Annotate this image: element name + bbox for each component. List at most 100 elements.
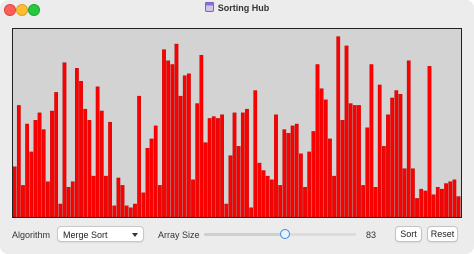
array-bar bbox=[50, 110, 54, 217]
sort-button[interactable]: Sort bbox=[395, 226, 422, 242]
array-bar bbox=[290, 125, 295, 217]
array-bar bbox=[25, 123, 29, 217]
app-window: Sorting Hub Algorithm Merge Sort Array S… bbox=[0, 0, 474, 254]
array-bar bbox=[116, 177, 121, 217]
array-bar bbox=[390, 97, 395, 217]
array-bar bbox=[104, 175, 108, 217]
array-bar bbox=[423, 190, 428, 217]
array-bar bbox=[323, 99, 328, 217]
array-bar bbox=[99, 110, 104, 217]
slider-knob[interactable] bbox=[279, 229, 290, 239]
array-bar bbox=[29, 151, 34, 217]
array-bar bbox=[365, 127, 370, 217]
array-bar bbox=[357, 105, 361, 217]
array-bar bbox=[112, 205, 117, 217]
array-bar bbox=[361, 185, 365, 217]
array-bar bbox=[153, 125, 158, 217]
array-bar bbox=[282, 129, 287, 217]
array-bar bbox=[411, 168, 415, 217]
control-panel: Algorithm Merge Sort Array Size 83 Sort … bbox=[0, 224, 474, 246]
array-bar bbox=[66, 187, 71, 217]
bars-canvas bbox=[13, 36, 461, 217]
array-bar bbox=[274, 114, 278, 217]
array-bar bbox=[21, 185, 25, 217]
array-bar bbox=[406, 60, 411, 217]
array-bar bbox=[452, 179, 457, 217]
array-bar bbox=[303, 187, 307, 217]
array-bar bbox=[398, 94, 403, 217]
array-bar bbox=[216, 118, 220, 217]
array-bar bbox=[145, 147, 150, 217]
array-bar bbox=[373, 187, 378, 217]
array-bar bbox=[386, 114, 390, 217]
bar-visualization bbox=[12, 28, 462, 218]
array-bar bbox=[70, 181, 75, 217]
app-icon bbox=[204, 2, 214, 12]
array-bar bbox=[157, 185, 162, 217]
array-bar bbox=[16, 105, 21, 217]
array-bar bbox=[245, 108, 249, 217]
array-bar bbox=[328, 138, 332, 217]
array-bar bbox=[307, 151, 312, 217]
array-bar bbox=[220, 114, 224, 217]
array-bar bbox=[91, 175, 96, 217]
array-bar bbox=[240, 112, 245, 217]
array-bar bbox=[33, 120, 38, 217]
array-bar bbox=[83, 108, 88, 217]
array-bar bbox=[278, 185, 283, 217]
array-bar bbox=[45, 181, 50, 217]
array-bar bbox=[261, 170, 266, 217]
array-bar bbox=[182, 75, 187, 217]
array-bar bbox=[286, 133, 291, 217]
array-bar bbox=[435, 187, 440, 217]
chevron-down-icon bbox=[132, 233, 138, 237]
array-bar bbox=[319, 88, 324, 217]
array-bar bbox=[448, 181, 453, 217]
array-bar bbox=[191, 179, 195, 217]
array-bar bbox=[133, 203, 137, 217]
array-bar bbox=[431, 194, 436, 217]
array-bar bbox=[41, 129, 46, 217]
array-bar bbox=[444, 183, 448, 217]
array-bar bbox=[269, 179, 274, 217]
array-bar bbox=[294, 123, 299, 217]
array-bar bbox=[170, 64, 175, 217]
array-size-slider[interactable] bbox=[204, 229, 356, 240]
array-bar bbox=[95, 86, 100, 217]
algorithm-select[interactable]: Merge Sort bbox=[57, 226, 144, 242]
array-bar bbox=[249, 207, 253, 217]
array-bar bbox=[228, 155, 233, 217]
array-size-label: Array Size bbox=[158, 230, 200, 240]
array-bar bbox=[299, 153, 303, 217]
array-bar bbox=[37, 112, 42, 217]
array-bar bbox=[137, 95, 141, 217]
array-bar bbox=[174, 43, 179, 217]
array-bar bbox=[224, 203, 229, 217]
array-bar bbox=[348, 103, 353, 217]
array-bar bbox=[257, 162, 262, 217]
array-bar bbox=[232, 112, 237, 217]
array-size-value: 83 bbox=[366, 230, 377, 240]
array-bar bbox=[75, 68, 79, 217]
array-bar bbox=[79, 81, 83, 217]
array-bar bbox=[394, 90, 399, 217]
array-bar bbox=[344, 45, 349, 217]
array-bar bbox=[58, 203, 63, 217]
array-bar bbox=[315, 64, 320, 217]
array-bar bbox=[211, 116, 216, 217]
reset-button[interactable]: Reset bbox=[427, 226, 458, 242]
array-bar bbox=[108, 121, 112, 217]
array-bar bbox=[87, 120, 92, 217]
array-bar bbox=[402, 168, 407, 217]
array-bar bbox=[311, 131, 316, 217]
array-bar bbox=[199, 54, 204, 217]
array-bar bbox=[62, 62, 67, 217]
array-bar bbox=[456, 196, 461, 217]
array-bar bbox=[381, 146, 386, 217]
array-bar bbox=[162, 49, 166, 217]
array-bar bbox=[149, 138, 154, 217]
array-bar bbox=[178, 95, 183, 217]
array-bar bbox=[195, 103, 200, 217]
array-bar bbox=[13, 166, 17, 217]
array-bar bbox=[166, 60, 171, 217]
